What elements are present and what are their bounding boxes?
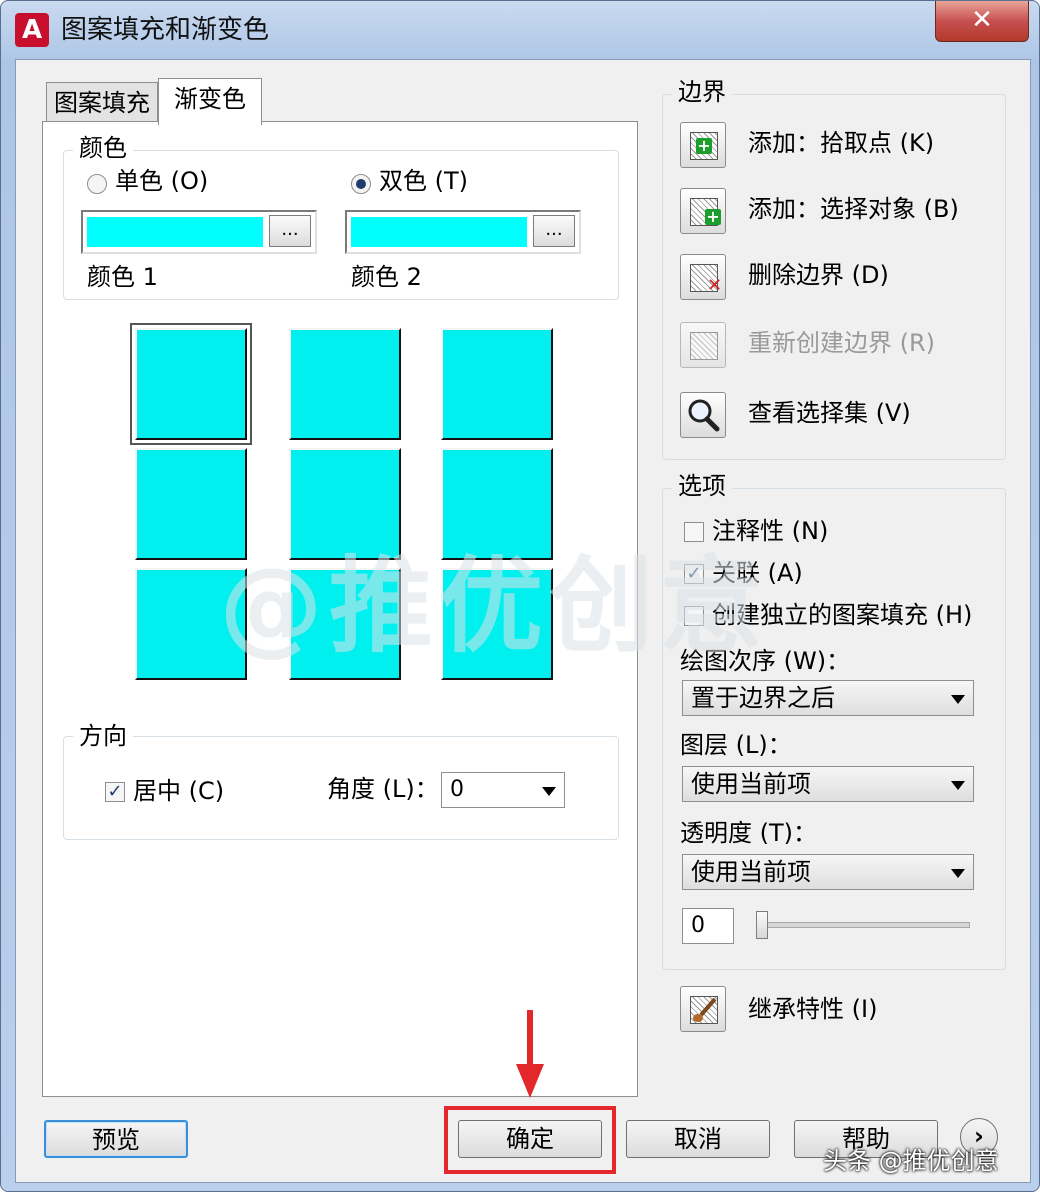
title-bar[interactable]: A 图案填充和渐变色 ✕: [1, 1, 1040, 59]
color2-swatch: [351, 217, 527, 247]
dialog-body: 图案填充 渐变色 颜色 单色 (O) 双色 (T) ... ... 颜色 1 颜…: [15, 59, 1031, 1183]
angle-label: 角度 (L)：: [327, 775, 439, 803]
gradient-pattern-8[interactable]: [289, 568, 401, 680]
chevron-down-icon: [951, 869, 965, 878]
select-objects-button[interactable]: +: [680, 188, 726, 234]
layer-select[interactable]: 使用当前项: [682, 766, 974, 802]
boundary-group-title: 边界: [672, 78, 732, 106]
angle-select[interactable]: 0: [441, 772, 565, 808]
remove-boundary-button[interactable]: ✕: [680, 254, 726, 300]
separate-hatch-checkbox[interactable]: [684, 606, 704, 626]
dual-color-label: 双色 (T): [379, 167, 469, 195]
annotative-label: 注释性 (N): [712, 517, 829, 545]
center-label: 居中 (C): [133, 777, 225, 805]
autocad-logo-icon: A: [15, 13, 49, 47]
close-button[interactable]: ✕: [935, 1, 1029, 42]
transparency-number-input[interactable]: 0: [682, 908, 734, 944]
red-arrow-annotation: [516, 1010, 544, 1098]
transparency-slider-track[interactable]: [756, 922, 970, 928]
ok-button-highlight: [444, 1106, 616, 1174]
window-title: 图案填充和渐变色: [61, 15, 270, 45]
gradient-pattern-5[interactable]: [289, 448, 401, 560]
color1-browse-button[interactable]: ...: [269, 215, 311, 247]
center-checkbox[interactable]: ✓: [105, 782, 125, 802]
select-objects-label: 添加：选择对象 (B): [748, 195, 959, 223]
tab-hatch[interactable]: 图案填充: [46, 82, 158, 123]
inherit-properties-label: 继承特性 (I): [748, 995, 878, 1023]
transparency-value: 使用当前项: [691, 858, 811, 886]
single-color-radio[interactable]: [87, 174, 107, 194]
single-color-label: 单色 (O): [115, 167, 209, 195]
pick-points-label: 添加：拾取点 (K): [748, 129, 935, 157]
transparency-label: 透明度 (T)：: [680, 819, 818, 847]
color1-label: 颜色 1: [87, 263, 158, 291]
remove-boundary-label: 删除边界 (D): [748, 261, 889, 289]
recreate-boundary-label: 重新创建边界 (R): [748, 329, 936, 357]
gradient-pattern-1[interactable]: [130, 323, 252, 445]
magnifier-icon: [688, 399, 720, 432]
options-group-title: 选项: [672, 472, 732, 500]
gradient-pattern-2[interactable]: [289, 328, 401, 440]
tab-gradient[interactable]: 渐变色: [158, 78, 262, 125]
gradient-pattern-4[interactable]: [135, 448, 247, 560]
gradient-tab-panel: 颜色 单色 (O) 双色 (T) ... ... 颜色 1 颜色 2 方向 ✓ …: [42, 121, 638, 1097]
transparency-select[interactable]: 使用当前项: [682, 854, 974, 890]
layer-label: 图层 (L)：: [680, 731, 792, 759]
associative-label: 关联 (A): [712, 559, 803, 587]
recreate-boundary-icon: [690, 332, 718, 360]
color2-picker[interactable]: ...: [345, 210, 581, 254]
chevron-down-icon: [951, 695, 965, 704]
gradient-pattern-9[interactable]: [441, 568, 553, 680]
layer-value: 使用当前项: [691, 770, 811, 798]
color2-label: 颜色 2: [351, 263, 422, 291]
color1-swatch: [87, 217, 263, 247]
separate-hatch-label: 创建独立的图案填充 (H): [712, 601, 973, 629]
preview-button[interactable]: 预览: [44, 1120, 188, 1158]
footer-watermark: 头条 @推优创意: [823, 1147, 999, 1175]
view-selection-label: 查看选择集 (V): [748, 399, 911, 427]
gradient-pattern-7[interactable]: [135, 568, 247, 680]
color1-picker[interactable]: ...: [81, 210, 317, 254]
angle-value: 0: [450, 777, 464, 802]
associative-checkbox[interactable]: ✓: [684, 564, 704, 584]
chevron-down-icon: [951, 781, 965, 790]
color2-browse-button[interactable]: ...: [533, 215, 575, 247]
view-selection-button[interactable]: [680, 392, 726, 438]
brush-icon: [693, 997, 717, 1022]
gradient-pattern-6[interactable]: [441, 448, 553, 560]
chevron-down-icon: [542, 787, 556, 796]
draw-order-value: 置于边界之后: [691, 684, 835, 712]
color-group-title: 颜色: [73, 134, 133, 162]
dual-color-radio[interactable]: [351, 174, 371, 194]
inherit-properties-button[interactable]: [680, 986, 726, 1032]
draw-order-select[interactable]: 置于边界之后: [682, 680, 974, 716]
annotative-checkbox[interactable]: [684, 522, 704, 542]
direction-group-title: 方向: [73, 722, 133, 750]
draw-order-label: 绘图次序 (W)：: [680, 647, 851, 675]
dialog-window: A 图案填充和渐变色 ✕ 图案填充 渐变色 颜色 单色 (O) 双色 (T) .…: [0, 0, 1040, 1192]
gradient-pattern-3[interactable]: [441, 328, 553, 440]
pick-points-button[interactable]: +: [680, 122, 726, 168]
transparency-slider-thumb[interactable]: [756, 911, 768, 939]
recreate-boundary-button[interactable]: [680, 322, 726, 368]
cancel-button[interactable]: 取消: [626, 1120, 770, 1158]
